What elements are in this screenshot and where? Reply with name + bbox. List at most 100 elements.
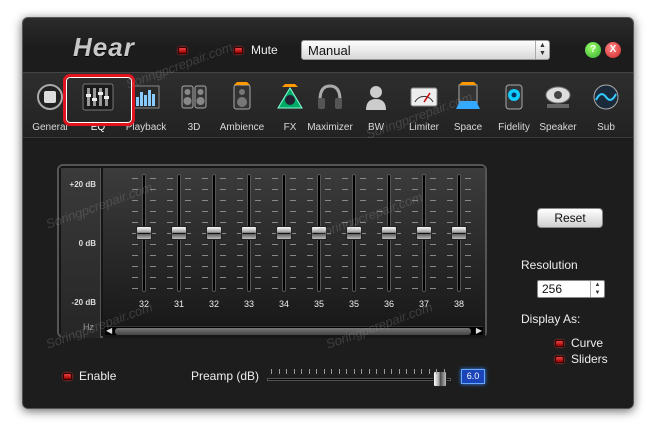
hz-label: Hz xyxy=(83,322,94,332)
preamp-tick xyxy=(338,369,340,374)
eq-panel: +20 dB 0 dB -20 dB Hz 32 31 32 33 34 35 35 36 37… xyxy=(57,164,487,338)
preset-spinner-icon[interactable]: ▲ ▼ xyxy=(535,41,549,59)
eq-band-knob[interactable] xyxy=(206,226,222,240)
eq-band-slider[interactable] xyxy=(199,174,229,292)
preamp-tick xyxy=(331,369,332,374)
eq-tick xyxy=(290,200,296,201)
curve-option-label[interactable]: Curve xyxy=(571,336,603,350)
eq-tick xyxy=(185,178,191,179)
eq-tick xyxy=(377,178,383,179)
eq-tick xyxy=(220,266,226,267)
eq-band-slider[interactable] xyxy=(444,174,474,292)
eq-tick xyxy=(395,255,401,256)
enable-toggle[interactable] xyxy=(63,373,72,380)
eq-band-knob[interactable] xyxy=(136,226,152,240)
eq-band-slider[interactable] xyxy=(304,174,334,292)
scrollbar-thumb[interactable] xyxy=(115,328,471,335)
eq-band-slider[interactable] xyxy=(409,174,439,292)
eq-band-knob[interactable] xyxy=(451,226,467,240)
eq-band-slider[interactable] xyxy=(234,174,264,292)
curve-option-led[interactable] xyxy=(555,340,564,347)
eq-tick xyxy=(447,266,453,267)
eq-band-frequency: 36 xyxy=(383,299,394,309)
eq-tick xyxy=(220,211,226,212)
scroll-right-icon[interactable]: ▶ xyxy=(476,326,482,335)
eq-band-slider[interactable] xyxy=(339,174,369,292)
eq-tick xyxy=(360,178,366,179)
scroll-left-icon[interactable]: ◀ xyxy=(106,326,112,335)
eq-tick xyxy=(325,189,331,190)
eq-band-knob[interactable] xyxy=(171,226,187,240)
preamp-tick xyxy=(316,369,317,374)
close-button[interactable]: X xyxy=(605,42,621,58)
eq-tick xyxy=(167,189,173,190)
sliders-option-led[interactable] xyxy=(555,356,564,363)
preamp-tick xyxy=(286,369,287,374)
eq-band-knob[interactable] xyxy=(311,226,327,240)
reset-button[interactable]: Reset xyxy=(537,208,603,228)
eq-tick xyxy=(185,211,191,212)
eq-tick xyxy=(167,222,173,223)
eq-tick xyxy=(150,266,156,267)
eq-tick xyxy=(447,222,453,223)
sliders-option-label[interactable]: Sliders xyxy=(571,352,608,366)
eq-band-knob[interactable] xyxy=(416,226,432,240)
db-scale: +20 dB 0 dB -20 dB Hz xyxy=(61,168,101,338)
speakers-3d-icon xyxy=(178,79,210,115)
resolution-spinner-icon[interactable]: ▲ ▼ xyxy=(590,281,604,297)
preamp-tick xyxy=(301,369,302,374)
eq-band-slider[interactable] xyxy=(164,174,194,292)
eq-band-knob[interactable] xyxy=(381,226,397,240)
space-icon xyxy=(452,79,484,115)
eq-tick xyxy=(430,288,436,289)
preamp-tick xyxy=(361,369,362,374)
preset-select[interactable]: Manual ▲ ▼ xyxy=(301,40,550,60)
tab-bar: General EQ Playback 3D Ambience FX Maxim… xyxy=(23,72,633,138)
eq-tick xyxy=(395,266,401,267)
eq-tick xyxy=(132,189,138,190)
eq-horizontal-scrollbar[interactable]: ◀ ▶ xyxy=(105,326,483,335)
title-led-indicator[interactable] xyxy=(178,47,187,54)
eq-tick xyxy=(395,200,401,201)
eq-tick xyxy=(272,178,278,179)
eq-tick xyxy=(202,178,208,179)
eq-tick xyxy=(220,255,226,256)
eq-tick xyxy=(220,244,226,245)
eq-band-frequency: 32 xyxy=(138,299,149,309)
eq-tick xyxy=(220,200,226,201)
eq-tick xyxy=(220,222,226,223)
help-button[interactable]: ? xyxy=(585,42,601,58)
preamp-tick xyxy=(421,369,422,374)
eq-tick xyxy=(220,178,226,179)
mute-toggle[interactable] xyxy=(234,47,243,54)
eq-tick xyxy=(167,244,173,245)
eq-tick xyxy=(412,244,418,245)
eq-band-slider[interactable] xyxy=(374,174,404,292)
eq-tick xyxy=(272,277,278,278)
eq-band-slider[interactable] xyxy=(269,174,299,292)
eq-tick xyxy=(237,211,243,212)
eq-tick xyxy=(185,288,191,289)
eq-tick xyxy=(185,255,191,256)
eq-band-slider[interactable] xyxy=(129,174,159,292)
eq-tick xyxy=(202,222,208,223)
general-icon xyxy=(34,79,66,115)
eq-band-knob[interactable] xyxy=(241,226,257,240)
preamp-tick xyxy=(323,369,325,374)
eq-band-knob[interactable] xyxy=(276,226,292,240)
eq-tick xyxy=(377,255,383,256)
eq-tick xyxy=(395,211,401,212)
eq-tick xyxy=(150,255,156,256)
resolution-select[interactable]: 256 ▲ ▼ xyxy=(537,280,605,298)
eq-tick xyxy=(185,266,191,267)
tab-sub[interactable]: Sub xyxy=(581,73,631,139)
preamp-slider[interactable] xyxy=(267,369,455,387)
preamp-value-display: 6.0 xyxy=(461,369,485,384)
eq-tick xyxy=(290,266,296,267)
eq-tick xyxy=(465,178,471,179)
eq-tick xyxy=(132,244,138,245)
eq-tick xyxy=(447,189,453,190)
eq-band-knob[interactable] xyxy=(346,226,362,240)
preamp-tick xyxy=(308,369,310,374)
eq-band-frequency: 32 xyxy=(208,299,219,309)
